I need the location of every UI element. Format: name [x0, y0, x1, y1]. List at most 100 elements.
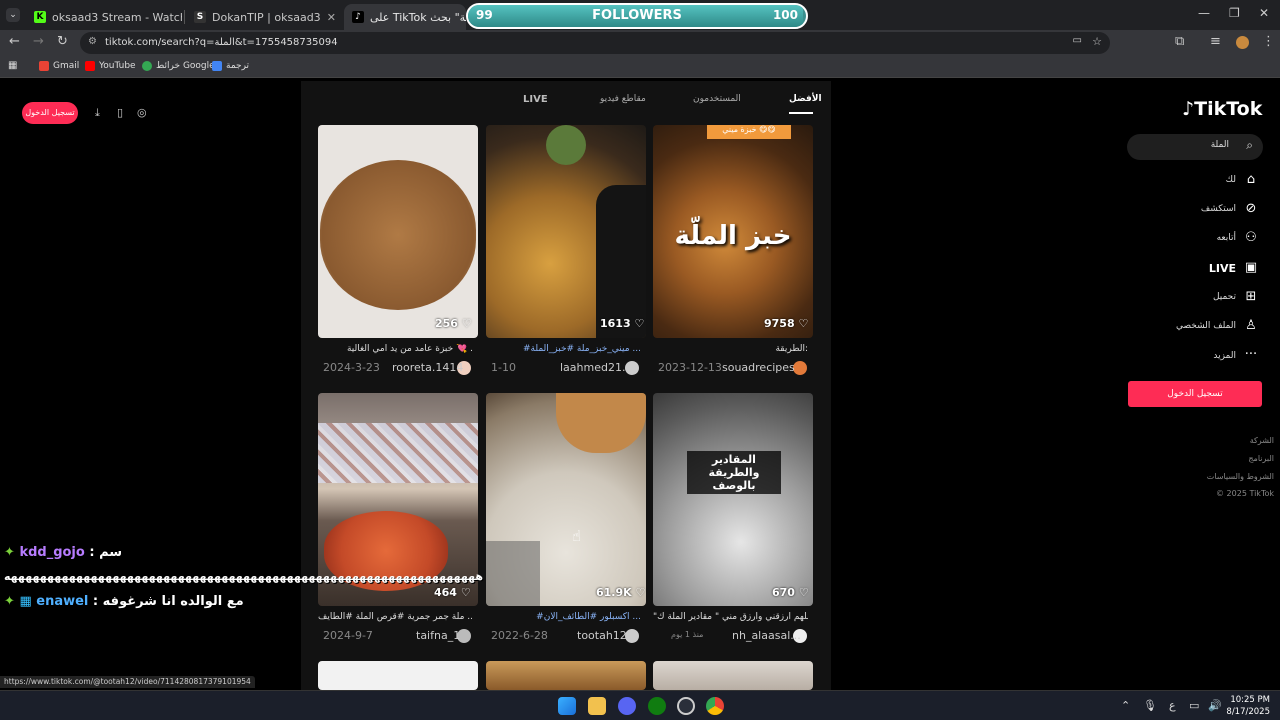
tab-top[interactable]: الأفضل	[789, 94, 822, 104]
microphone-icon[interactable]: 🎙	[1143, 699, 1157, 712]
bookmark-gmail[interactable]: Gmail	[39, 61, 79, 71]
login-button-small[interactable]: تسجيل الدخول	[22, 102, 78, 124]
bookmark-maps[interactable]: خرائط Google	[142, 61, 215, 71]
bookmark-youtube[interactable]: YouTube	[85, 61, 136, 71]
video-thumbnail[interactable]	[653, 661, 813, 690]
extensions-icon[interactable]: ⧉	[1175, 34, 1184, 49]
mobile-icon[interactable]: ▯	[117, 106, 123, 119]
video-author[interactable]: nh_alaasal...	[732, 629, 801, 642]
chrome-icon[interactable]	[706, 697, 724, 715]
video-author[interactable]: laahmed21...	[560, 361, 632, 374]
apps-grid-icon[interactable]: ▦	[8, 60, 17, 71]
maximize-icon[interactable]: ❐	[1229, 6, 1240, 20]
nav-for-you[interactable]: لك	[1226, 175, 1236, 185]
home-icon[interactable]: ⌂	[1243, 172, 1259, 187]
footer-copyright: © 2025 TikTok	[1216, 489, 1274, 498]
tab-search-icon[interactable]: ⌄	[6, 8, 20, 22]
tab-title: على TikTok على "الملة" بحث |	[370, 10, 466, 24]
close-window-icon[interactable]: ✕	[1259, 6, 1269, 20]
status-url-bubble: https://www.tiktok.com/@tootah12/video/7…	[0, 676, 255, 688]
tab-kick-stream[interactable]: K oksaad3 Stream - Watch Live o ✕	[26, 4, 182, 30]
like-count: 61.9K ♡	[596, 586, 646, 599]
close-icon[interactable]: ✕	[321, 11, 336, 24]
file-explorer-icon[interactable]	[588, 697, 606, 715]
video-caption[interactable]: #ميني_خبز_ملة #خبز_الملة ...	[486, 344, 641, 354]
discord-icon[interactable]	[618, 697, 636, 715]
creator-icon[interactable]: ◎	[137, 106, 147, 119]
video-thumbnail[interactable]	[486, 393, 646, 606]
maps-pin-icon	[142, 61, 152, 71]
video-author[interactable]: rooreta.1414	[392, 361, 463, 374]
tiktok-logo[interactable]: ♪TikTok	[1182, 98, 1262, 120]
video-author[interactable]: souadrecipes	[722, 361, 795, 374]
profile-icon[interactable]: ♙	[1243, 318, 1259, 333]
login-button[interactable]: تسجيل الدخول	[1128, 381, 1262, 407]
bookmark-translate[interactable]: ترجمة	[212, 61, 249, 71]
search-input[interactable]: الملة ⌕	[1127, 134, 1263, 160]
download-icon[interactable]: ⤓	[95, 106, 100, 120]
video-caption[interactable]: ملة جمر جمرية #قرص الملة #الطايف ...	[318, 612, 473, 622]
nav-more[interactable]: المزيد	[1213, 351, 1236, 361]
nav-explore[interactable]: استكشف	[1201, 204, 1236, 214]
tab-videos[interactable]: مقاطع فيديو	[600, 94, 646, 104]
chat-message: ✦ kdd_gojo : سم	[4, 545, 123, 560]
video-caption[interactable]: خبزة عامد من يد أمي الغالية 💘 .	[318, 344, 473, 354]
nav-following[interactable]: أتابعه	[1217, 233, 1236, 243]
footer-company-link[interactable]: الشركة	[1250, 436, 1274, 445]
like-count: 464 ♡	[434, 586, 471, 599]
avatar[interactable]	[793, 361, 807, 375]
forward-icon[interactable]: →	[33, 34, 44, 49]
user-follow-icon[interactable]: ⚇	[1243, 230, 1259, 245]
upload-icon[interactable]: ⊞	[1243, 289, 1259, 304]
bookmark-star-icon[interactable]: ☆	[1092, 35, 1102, 48]
search-icon[interactable]: ⌕	[1246, 138, 1253, 153]
video-thumbnail[interactable]	[318, 125, 478, 338]
footer-terms-link[interactable]: الشروط والسياسات	[1207, 472, 1274, 481]
system-clock[interactable]: 10:25 PM 8/17/2025	[1226, 694, 1270, 718]
thumbnail-badge: خبزة ميني 😋😋	[707, 125, 791, 139]
nav-upload[interactable]: تحميل	[1213, 292, 1236, 302]
video-caption[interactable]: #اكسبلور #الطائف_الان ...	[486, 612, 641, 622]
network-icon[interactable]: ▭	[1189, 699, 1199, 712]
video-caption[interactable]: الطريقة:	[653, 344, 808, 354]
compass-icon[interactable]: ⊘	[1243, 201, 1259, 216]
tray-chevron-icon[interactable]: ⌃	[1121, 699, 1130, 712]
minimize-icon[interactable]: —	[1198, 6, 1210, 20]
tab-live[interactable]: LIVE	[523, 94, 548, 105]
video-thumbnail[interactable]	[318, 661, 478, 690]
obs-icon[interactable]	[677, 697, 695, 715]
followers-goal: 100	[772, 8, 798, 22]
avatar[interactable]	[625, 629, 639, 643]
tab-users[interactable]: المستخدمون	[693, 94, 741, 104]
nav-profile[interactable]: الملف الشخصي	[1176, 321, 1236, 331]
address-bar[interactable]: ⚙ tiktok.com/search?q=الملة&t=1755458735…	[80, 32, 1110, 54]
windows-start-icon[interactable]	[558, 697, 576, 715]
video-caption[interactable]: "اللهم ارزقني وارزق مني " مقادير الملة ك…	[653, 612, 808, 622]
video-thumbnail[interactable]: خبزة ميني 😋😋 خبز الملّة	[653, 125, 813, 338]
live-tv-icon[interactable]: ▣	[1243, 260, 1259, 275]
video-thumbnail[interactable]	[486, 661, 646, 690]
reload-icon[interactable]: ↻	[57, 34, 68, 49]
input-language[interactable]: ع	[1169, 699, 1176, 712]
chat-text: سم	[99, 545, 123, 560]
video-author[interactable]: tootah12	[577, 629, 627, 642]
nav-live[interactable]: LIVE	[1209, 262, 1236, 275]
tab-dokantip[interactable]: S DokanTIP | oksaad3 ✕	[186, 4, 342, 30]
more-dots-icon[interactable]: ···	[1243, 347, 1259, 362]
video-thumbnail[interactable]: المقادير والطريقة بالوصف	[653, 393, 813, 606]
profile-avatar[interactable]	[1236, 36, 1249, 49]
video-thumbnail[interactable]	[486, 125, 646, 338]
tab-tiktok-search[interactable]: ♪ على TikTok على "الملة" بحث |	[344, 4, 466, 30]
reading-list-icon[interactable]: ≡	[1210, 34, 1221, 49]
video-author[interactable]: taifna_1	[416, 629, 460, 642]
install-app-icon[interactable]: ▭	[1073, 35, 1082, 46]
footer-program-link[interactable]: البرنامج	[1248, 454, 1274, 463]
site-info-icon[interactable]: ⚙	[88, 36, 97, 47]
back-icon[interactable]: ←	[9, 34, 20, 49]
tab-title: DokanTIP | oksaad3	[212, 10, 321, 24]
thumbnail-overlay-text: خبز الملّة	[674, 221, 792, 251]
volume-icon[interactable]: 🔊	[1208, 699, 1222, 712]
tiktok-note-icon: ♪	[1182, 98, 1195, 120]
menu-kebab-icon[interactable]: ⋮	[1262, 34, 1275, 49]
xbox-icon[interactable]	[648, 697, 666, 715]
